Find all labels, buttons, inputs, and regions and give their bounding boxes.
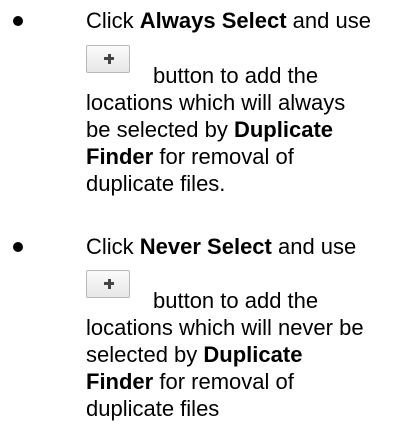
instruction-line: duplicate files. (86, 171, 225, 197)
text: Click (86, 8, 140, 33)
instruction-line: Click Always Select and use (86, 8, 371, 34)
instruction-line: duplicate files (86, 396, 219, 422)
bold-text: Duplicate (203, 342, 303, 367)
text: and use (271, 234, 357, 259)
instruction-line: Finder for removal of (86, 144, 294, 170)
text: locations which will never be (86, 315, 364, 340)
text: Click (86, 234, 140, 259)
instruction-line: button to add the (153, 63, 318, 89)
bold-text: Always Select (139, 8, 287, 33)
text: for removal of (153, 144, 294, 169)
text: for removal of (153, 369, 294, 394)
instruction-line: locations which will always (86, 90, 345, 116)
instruction-line: locations which will never be (86, 315, 364, 341)
text: button to add the (153, 288, 319, 313)
text: locations which will always (86, 90, 346, 115)
text: be selected by (86, 117, 234, 142)
bold-text: Duplicate (233, 117, 334, 142)
add-location-button[interactable] (86, 45, 130, 73)
text: button to add the (153, 63, 319, 88)
text: duplicate files (86, 396, 220, 421)
text: selected by (86, 342, 204, 367)
add-location-button[interactable] (86, 270, 130, 298)
instruction-line: Click Never Select and use (86, 234, 356, 260)
bold-text: Never Select (139, 234, 272, 259)
instruction-line: Finder for removal of (86, 369, 294, 395)
bullet-icon (13, 16, 23, 26)
instruction-line: button to add the (153, 288, 318, 314)
bold-text: Finder (86, 144, 154, 169)
instruction-line: be selected by Duplicate (86, 117, 333, 143)
bold-text: Finder (86, 369, 154, 394)
bullet-icon (13, 242, 23, 252)
text: duplicate files. (86, 171, 226, 196)
instruction-line: selected by Duplicate (86, 342, 302, 368)
plus-icon (107, 278, 111, 289)
text: and use (286, 8, 371, 33)
plus-icon (107, 53, 111, 64)
